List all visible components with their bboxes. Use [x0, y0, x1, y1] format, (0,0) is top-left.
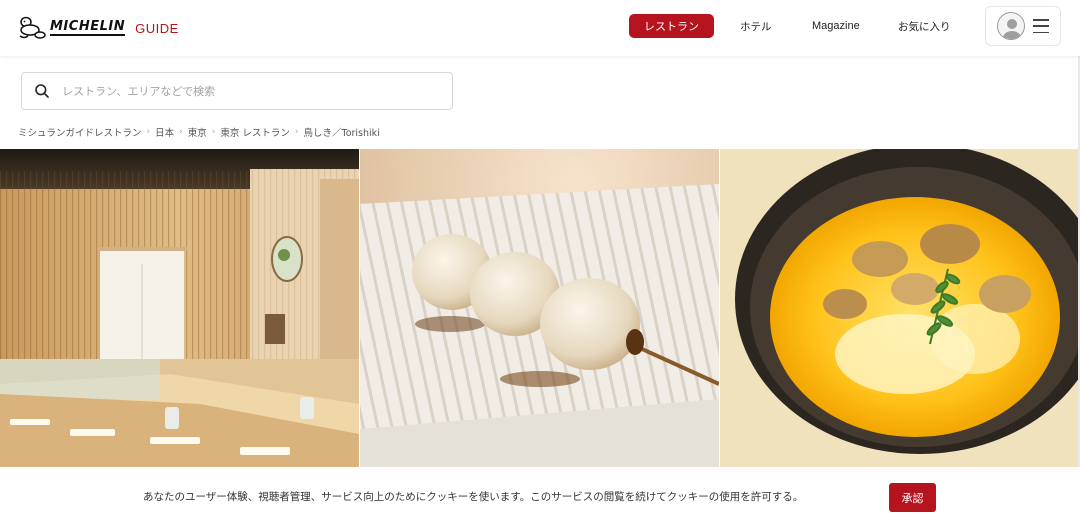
breadcrumb-item-michelin-restaurants[interactable]: ミシュランガイドレストラン — [18, 125, 142, 139]
oyakodon-photo[interactable] — [720, 149, 1079, 467]
nav-restaurants[interactable]: レストラン — [629, 14, 714, 38]
chevron-right-icon: › — [179, 127, 183, 137]
search-box[interactable] — [21, 72, 453, 110]
breadcrumb-current: 鳥しき／Torishiki — [303, 128, 380, 139]
chevron-right-icon: › — [146, 127, 151, 137]
logo-wordmark: MICHELIN — [50, 19, 126, 36]
site-header: MICHELIN GUIDE レストラン ホテル Magazine お気に入り — [0, 0, 1080, 56]
breadcrumb-item-tokyo[interactable]: 東京 — [188, 125, 207, 139]
nav-favorites[interactable]: お気に入り — [898, 14, 951, 38]
bibendum-icon — [19, 16, 46, 39]
cookie-banner: あなたのユーザー体験、視聴者管理、サービス向上のためにクッキーを使います。このサ… — [0, 467, 1080, 524]
search-icon — [35, 84, 49, 98]
search-input[interactable] — [62, 84, 442, 98]
hamburger-menu-icon — [1033, 19, 1049, 33]
quail-egg-skewer-photo[interactable] — [360, 149, 719, 467]
photo-gallery — [0, 149, 1080, 467]
breadcrumb: ミシュランガイドレストラン › 日本 › 東京 › 東京 レストラン › 鳥しき… — [18, 125, 380, 139]
avatar-icon — [997, 12, 1025, 40]
breadcrumb-item-japan[interactable]: 日本 — [155, 125, 174, 139]
cookie-message: あなたのユーザー体験、視聴者管理、サービス向上のためにクッキーを使います。このサ… — [143, 491, 804, 503]
logo-guide-text: GUIDE — [135, 20, 179, 36]
chevron-right-icon: › — [211, 127, 216, 137]
nav-hotels[interactable]: ホテル — [740, 14, 772, 38]
michelin-guide-logo[interactable]: MICHELIN GUIDE — [16, 14, 179, 42]
chevron-right-icon: › — [294, 127, 299, 137]
breadcrumb-item-tokyo-restaurants[interactable]: 東京 レストラン — [220, 125, 290, 139]
user-menu-button[interactable] — [985, 6, 1061, 46]
cookie-accept-button[interactable]: 承認 — [889, 483, 936, 512]
nav-magazine[interactable]: Magazine — [812, 14, 860, 38]
restaurant-interior-photo[interactable] — [0, 149, 359, 467]
